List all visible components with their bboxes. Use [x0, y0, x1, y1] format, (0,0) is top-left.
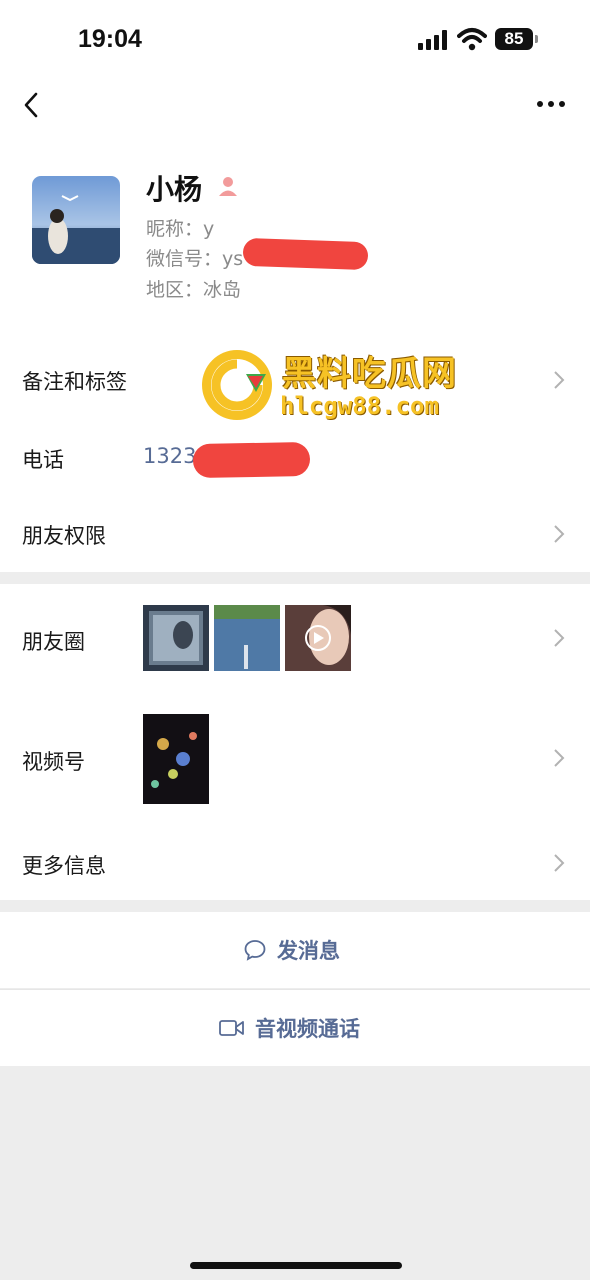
battery-cap [535, 35, 538, 43]
av-call-label: 音视频通话 [255, 1017, 360, 1041]
moments-row[interactable]: 朋友圈 [0, 584, 590, 692]
phone-label: 电话 [22, 448, 64, 472]
watermark: 黑料吃瓜网 hlcgw88.com [200, 344, 490, 424]
channels-thumbnail[interactable] [143, 714, 209, 804]
wechat-id: 微信号：ys [146, 248, 244, 270]
channels-label: 视频号 [22, 750, 85, 774]
send-message-button[interactable]: 发消息 [0, 912, 590, 988]
chevron-right-icon [554, 854, 565, 872]
remark-tags-label: 备注和标签 [22, 370, 127, 394]
chevron-right-icon [554, 371, 565, 389]
person-icon [219, 177, 237, 196]
moments-label: 朋友圈 [22, 630, 85, 654]
watermark-title: 黑料吃瓜网 [282, 354, 457, 394]
moments-thumbnail[interactable] [214, 605, 280, 671]
media-group: 朋友圈 视频号 更多信息 [0, 584, 590, 900]
moments-video-thumbnail[interactable] [285, 605, 351, 671]
chevron-right-icon [554, 629, 565, 647]
moments-thumbnail[interactable] [143, 605, 209, 671]
redaction-mark [242, 237, 369, 271]
video-camera-icon [219, 1020, 244, 1036]
watermark-logo-icon [202, 350, 272, 420]
friend-permissions-row[interactable]: 朋友权限 [0, 494, 590, 572]
status-time: 19:04 [78, 25, 142, 53]
nav-bar [0, 80, 590, 130]
battery-level: 85 [495, 28, 533, 50]
more-info-label: 更多信息 [22, 854, 106, 878]
wifi-icon [457, 28, 487, 51]
av-call-button[interactable]: 音视频通话 [0, 990, 590, 1066]
avatar[interactable] [32, 176, 120, 264]
contact-name: 小杨 [146, 173, 203, 206]
chevron-right-icon [554, 525, 565, 543]
more-info-row[interactable]: 更多信息 [0, 824, 590, 900]
status-bar: 19:04 85 [0, 0, 590, 80]
more-options-button[interactable] [536, 98, 566, 110]
nickname: 昵称：y [146, 218, 215, 240]
send-message-label: 发消息 [277, 939, 340, 963]
chevron-right-icon [554, 749, 565, 767]
friend-permissions-label: 朋友权限 [22, 524, 106, 548]
channels-row[interactable]: 视频号 [0, 692, 590, 824]
phone-number[interactable]: 1323 [143, 444, 196, 468]
home-indicator [190, 1262, 402, 1269]
redaction-mark [192, 441, 311, 479]
profile-card: 小杨 昵称：y 微信号：ys 地区：冰岛 [0, 130, 590, 340]
back-button[interactable] [18, 90, 44, 120]
region: 地区：冰岛 [146, 279, 242, 301]
chat-bubble-icon [244, 940, 266, 961]
battery-icon: 85 [495, 28, 539, 52]
signal-icon [418, 30, 447, 50]
watermark-url: hlcgw88.com [280, 392, 439, 420]
